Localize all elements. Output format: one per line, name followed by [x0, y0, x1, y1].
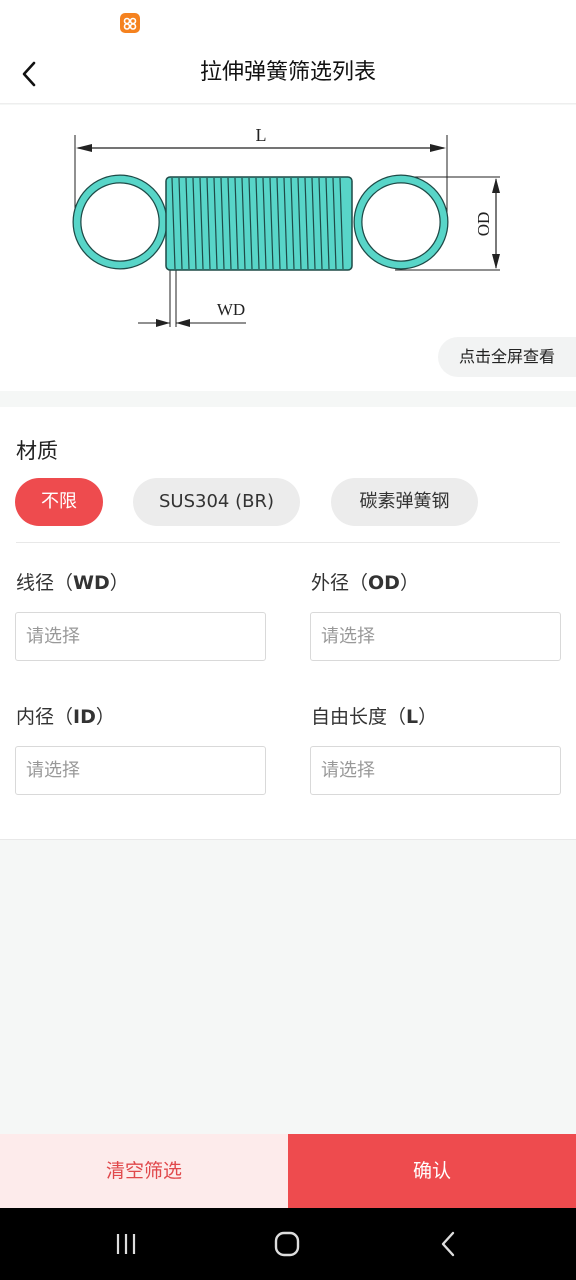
outer-diameter-select[interactable]: 请选择 [310, 612, 561, 661]
length-label: L [256, 125, 267, 145]
section-divider [16, 542, 560, 543]
app-notification-icon [120, 13, 140, 33]
home-button[interactable] [267, 1228, 307, 1260]
home-icon [274, 1231, 300, 1257]
system-navigation-bar [0, 1208, 576, 1280]
wire-diameter-field-label: 线径（WD） [16, 572, 129, 594]
recent-apps-button[interactable] [106, 1228, 146, 1260]
outer-diameter-label: OD [474, 212, 493, 237]
extension-spring-diagram[interactable]: L OD WD [0, 105, 576, 335]
material-section-title: 材质 [16, 439, 58, 463]
material-option-carbon-spring-steel[interactable]: 碳素弹簧钢 [331, 478, 478, 526]
page-title: 拉伸弹簧筛选列表 [199, 60, 376, 85]
fullscreen-view-button[interactable]: 点击全屏查看 [438, 337, 576, 377]
wire-diameter-select[interactable]: 请选择 [15, 612, 266, 661]
bottom-action-bar: 清空筛选 确认 [0, 1134, 576, 1208]
top-app-bar: 拉伸弹簧筛选列表 [0, 44, 576, 104]
system-back-button[interactable] [429, 1228, 469, 1260]
confirm-button[interactable]: 确认 [288, 1134, 576, 1208]
wire-diameter-label: WD [217, 300, 245, 319]
inner-diameter-select[interactable]: 请选择 [15, 746, 266, 795]
clear-filters-button[interactable]: 清空筛选 [0, 1134, 288, 1208]
free-length-field-label: 自由长度（L） [311, 706, 438, 728]
filter-form: 材质 不限 SUS304 (BR) 碳素弹簧钢 线径（WD） 请选择 外径（OD… [0, 407, 576, 840]
material-option-sus304[interactable]: SUS304 (BR) [133, 478, 300, 526]
back-icon [441, 1231, 455, 1257]
spring-diagram-panel: L OD WD 点击全屏查看 [0, 105, 576, 391]
inner-diameter-field-label: 内径（ID） [16, 706, 115, 728]
free-length-select[interactable]: 请选择 [310, 746, 561, 795]
outer-diameter-field-label: 外径（OD） [311, 572, 419, 594]
material-option-unlimited[interactable]: 不限 [15, 478, 103, 526]
status-bar [0, 0, 576, 44]
recent-apps-icon [116, 1234, 136, 1254]
